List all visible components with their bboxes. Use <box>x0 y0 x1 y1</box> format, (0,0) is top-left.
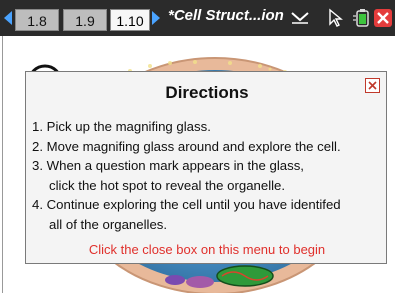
directions-list: 1. Pick up the magnifing glass. 2. Move … <box>32 117 384 234</box>
top-toolbar: 1.8 1.9 1.10 *Cell Struct...ion <box>0 0 395 36</box>
direction-step: 1. Pick up the magnifing glass. <box>32 119 211 134</box>
next-page-arrow-icon[interactable] <box>152 11 160 25</box>
organelle-shape <box>186 276 214 288</box>
direction-step: 2. Move magnifing glass around and explo… <box>32 138 341 154</box>
tab-1-10[interactable]: 1.10 <box>110 9 150 31</box>
pointer-cursor-icon <box>329 8 343 27</box>
close-document-button[interactable] <box>374 9 392 27</box>
document-title: *Cell Struct...ion <box>168 7 284 24</box>
direction-step-continuation: all of the organelles. <box>49 216 168 232</box>
tab-1-8[interactable]: 1.8 <box>15 9 59 31</box>
previous-page-arrow-icon[interactable] <box>4 11 12 25</box>
tab-1-9[interactable]: 1.9 <box>63 9 107 31</box>
direction-step-continuation: click the hot spot to reveal the organel… <box>49 177 286 193</box>
close-icon <box>377 12 389 24</box>
dialog-title: Directions <box>165 83 249 102</box>
direction-step: 3. When a question mark appears in the g… <box>32 158 304 173</box>
document-menu-chevron-icon[interactable] <box>291 10 309 24</box>
close-icon <box>368 81 377 90</box>
dialog-close-button[interactable] <box>365 78 380 93</box>
direction-step: 4. Continue exploring the cell until you… <box>32 197 341 212</box>
dialog-footer-instruction: Click the close box on this menu to begi… <box>88 242 326 257</box>
battery-icon <box>353 9 369 27</box>
directions-dialog: Directions 1. Pick up the magnifing glas… <box>25 71 387 264</box>
